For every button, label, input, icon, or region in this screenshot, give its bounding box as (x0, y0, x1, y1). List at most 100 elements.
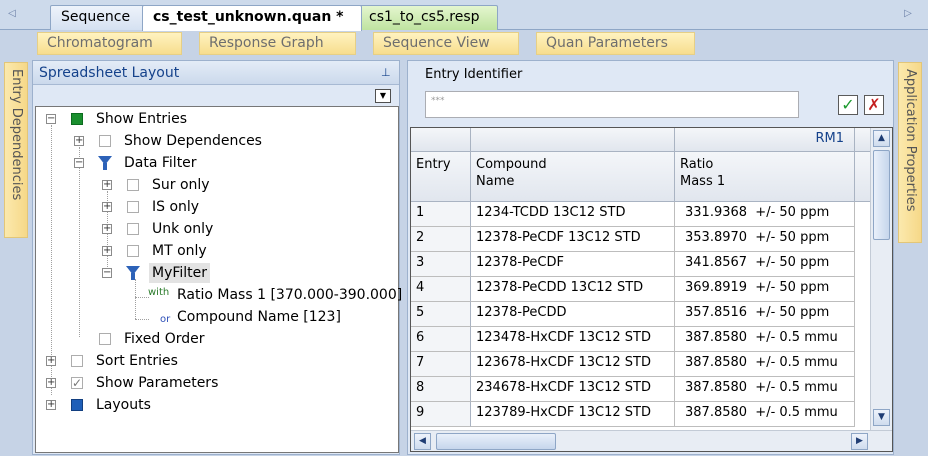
expand-icon[interactable]: + (102, 224, 112, 234)
column-header-entry[interactable]: Entry (411, 152, 471, 202)
tab-sequence-view[interactable]: Sequence View (373, 32, 519, 55)
column-header-ratio-mass-1[interactable]: Ratio Mass 1 (675, 152, 855, 202)
table-row[interactable]: 2 12378-PeCDF 13C12 STD 353.8970 +/- 50 … (411, 227, 875, 252)
pin-icon[interactable]: ⊥ (381, 66, 393, 80)
horizontal-scrollbar[interactable]: ◀ ▶ (411, 430, 892, 451)
checkbox-unk-only[interactable] (127, 223, 139, 235)
compound-cell[interactable]: 123789-HxCDF 13C12 STD (471, 402, 675, 427)
scroll-down-icon[interactable]: ▼ (873, 409, 890, 426)
table-row[interactable]: 9 123789-HxCDF 13C12 STD 387.8580 +/- 0.… (411, 402, 875, 427)
checkbox-sort-entries[interactable] (71, 355, 83, 367)
table-row[interactable]: 8 234678-HxCDF 13C12 STD 387.8580 +/- 0.… (411, 377, 875, 402)
collapse-icon[interactable]: − (102, 268, 112, 278)
compound-cell[interactable]: 123678-HxCDF 13C12 STD (471, 352, 675, 377)
compound-cell[interactable]: 234678-HxCDF 13C12 STD (471, 377, 675, 402)
tab-cs-test-unknown-quan[interactable]: cs_test_unknown.quan * (142, 5, 362, 31)
reject-button[interactable]: ✗ (864, 95, 884, 115)
checkbox-fixed-order[interactable] (99, 333, 111, 345)
table-row[interactable]: 5 12378-PeCDD 357.8516 +/- 50 ppm (411, 302, 875, 327)
chevron-down-icon[interactable]: ▼ (375, 89, 391, 103)
tree-item-sur-only[interactable]: + Sur only (36, 175, 396, 195)
tree-item-data-filter[interactable]: − Data Filter (36, 153, 396, 173)
table-row[interactable]: 4 12378-PeCDD 13C12 STD 369.8919 +/- 50 … (411, 277, 875, 302)
tree-item-condition-compound[interactable]: or Compound Name [123] (36, 307, 396, 327)
table-row[interactable]: 3 12378-PeCDF 341.8567 +/- 50 ppm (411, 252, 875, 277)
column-header-compound-name[interactable]: Compound Name (471, 152, 675, 202)
tree-item-label: Sur only (152, 177, 210, 193)
collapse-icon[interactable]: − (46, 114, 56, 124)
column-header-label: Name (476, 174, 515, 189)
tab-cs1-to-cs5-resp[interactable]: cs1_to_cs5.resp (358, 5, 498, 30)
row-entry-cell: 5 (411, 302, 471, 327)
expand-icon[interactable]: + (46, 356, 56, 366)
tree-item-condition-ratio[interactable]: with Ratio Mass 1 [370.000-390.000] (36, 285, 402, 305)
tab-sequence[interactable]: Sequence (50, 5, 150, 30)
compound-cell[interactable]: 1234-TCDD 13C12 STD (471, 202, 675, 227)
tree-item-myfilter[interactable]: − MyFilter (36, 263, 396, 283)
tab-chromatogram[interactable]: Chromatogram (37, 32, 182, 55)
tree-item-is-only[interactable]: + IS only (36, 197, 396, 217)
ratio-cell[interactable]: 387.8580 +/- 0.5 mmu (675, 352, 855, 377)
ratio-cell[interactable]: 369.8919 +/- 50 ppm (675, 277, 855, 302)
expand-icon[interactable]: + (74, 136, 84, 146)
entry-identifier-input[interactable]: *** (425, 91, 799, 118)
ratio-cell[interactable]: 331.9368 +/- 50 ppm (675, 202, 855, 227)
compound-cell[interactable]: 12378-PeCDD (471, 302, 675, 327)
tree-item-label: Fixed Order (124, 331, 205, 347)
tree-item-show-entries[interactable]: − Show Entries (36, 109, 396, 129)
expand-icon[interactable]: + (46, 400, 56, 410)
ratio-cell[interactable]: 341.8567 +/- 50 ppm (675, 252, 855, 277)
scroll-right-icon[interactable]: ▶ (851, 433, 868, 450)
ratio-cell[interactable]: 387.8580 +/- 0.5 mmu (675, 402, 855, 427)
ratio-cell[interactable]: 387.8580 +/- 0.5 mmu (675, 377, 855, 402)
tab-quan-parameters[interactable]: Quan Parameters (536, 32, 695, 55)
table-row[interactable]: 6 123478-HxCDF 13C12 STD 387.8580 +/- 0.… (411, 327, 875, 352)
horizontal-scroll-thumb[interactable] (436, 433, 556, 450)
checkbox-sur-only[interactable] (127, 179, 139, 191)
vertical-scrollbar[interactable]: ▲ ▼ (870, 128, 892, 430)
tree-item-show-parameters[interactable]: + ✓ Show Parameters (36, 373, 396, 393)
compound-cell[interactable]: 12378-PeCDD 13C12 STD (471, 277, 675, 302)
expand-icon[interactable]: + (102, 202, 112, 212)
checkbox-show-entries[interactable] (71, 113, 83, 125)
side-tab-entry-dependencies[interactable]: Entry Dependencies (4, 62, 28, 238)
scroll-tabs-right-icon[interactable]: ▷ (902, 7, 914, 21)
ratio-cell[interactable]: 387.8580 +/- 0.5 mmu (675, 327, 855, 352)
scroll-tabs-left-icon[interactable]: ◁ (6, 7, 18, 21)
checkbox-show-dependences[interactable] (99, 135, 111, 147)
compound-cell[interactable]: 123478-HxCDF 13C12 STD (471, 327, 675, 352)
accept-button[interactable]: ✓ (838, 95, 858, 115)
tree-item-label: Ratio Mass 1 [370.000-390.000] (177, 287, 403, 303)
tab-response-graph[interactable]: Response Graph (199, 32, 356, 55)
tree-item-layouts[interactable]: + Layouts (36, 395, 396, 415)
expand-icon[interactable]: + (102, 246, 112, 256)
ratio-value: 353.8970 (685, 230, 748, 245)
row-entry-cell: 2 (411, 227, 471, 252)
checkbox-mt-only[interactable] (127, 245, 139, 257)
ratio-cell[interactable]: 357.8516 +/- 50 ppm (675, 302, 855, 327)
side-tab-application-properties[interactable]: Application Properties (898, 62, 922, 243)
compound-cell[interactable]: 12378-PeCDF 13C12 STD (471, 227, 675, 252)
scroll-up-icon[interactable]: ▲ (873, 130, 890, 147)
checkbox-is-only[interactable] (127, 201, 139, 213)
checkbox-layouts[interactable] (71, 399, 83, 411)
tree-item-mt-only[interactable]: + MT only (36, 241, 396, 261)
side-tab-label: Application Properties (903, 69, 918, 212)
expand-icon[interactable]: + (102, 180, 112, 190)
checkbox-show-parameters[interactable]: ✓ (71, 377, 83, 389)
tree-item-sort-entries[interactable]: + Sort Entries (36, 351, 396, 371)
vertical-scroll-thumb[interactable] (873, 150, 890, 240)
table-row[interactable]: 7 123678-HxCDF 13C12 STD 387.8580 +/- 0.… (411, 352, 875, 377)
ratio-cell[interactable]: 353.8970 +/- 50 ppm (675, 227, 855, 252)
table-row[interactable]: 1 1234-TCDD 13C12 STD 331.9368 +/- 50 pp… (411, 202, 875, 227)
tree-item-fixed-order[interactable]: Fixed Order (36, 329, 396, 349)
ratio-value: 387.8580 (685, 380, 748, 395)
tree-item-unk-only[interactable]: + Unk only (36, 219, 396, 239)
compound-cell[interactable]: 12378-PeCDF (471, 252, 675, 277)
collapse-icon[interactable]: − (74, 158, 84, 168)
tree-item-show-dependences[interactable]: + Show Dependences (36, 131, 396, 151)
expand-icon[interactable]: + (46, 378, 56, 388)
layout-tree: − Show Entries + Show Dependences − Data… (35, 106, 402, 453)
scroll-left-icon[interactable]: ◀ (414, 433, 431, 450)
entries-panel: Entry Identifier *** ✓ ✗ RM1 Entry Compo… (407, 60, 894, 455)
